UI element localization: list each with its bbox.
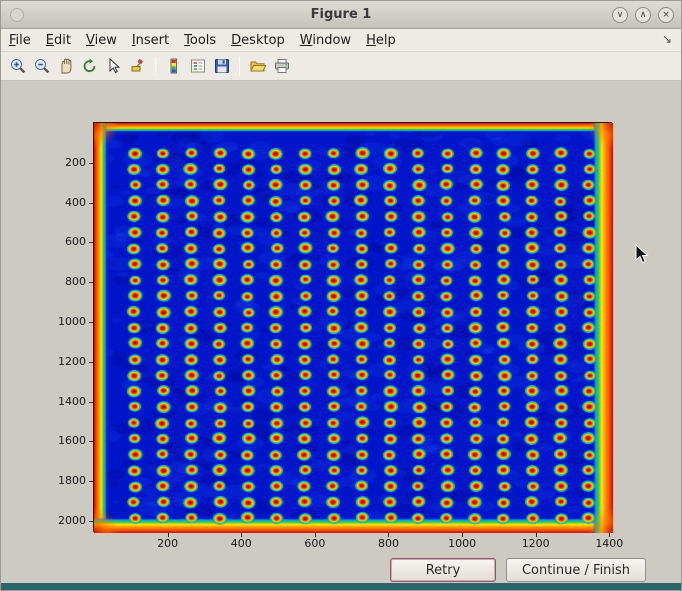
retry-button[interactable]: Retry xyxy=(390,558,496,582)
y-tick-label: 2000 xyxy=(46,514,86,527)
zoom-in-icon xyxy=(9,57,27,75)
x-tick-mark xyxy=(462,533,463,537)
x-tick-label: 600 xyxy=(293,537,337,550)
brush-button[interactable] xyxy=(126,55,149,78)
menu-item-tools[interactable]: Tools xyxy=(184,31,225,50)
y-tick-label: 1200 xyxy=(46,355,86,368)
x-tick-mark xyxy=(168,533,169,537)
x-tick-mark xyxy=(536,533,537,537)
zoom-in-button[interactable] xyxy=(6,55,29,78)
save-button[interactable] xyxy=(210,55,233,78)
insert-legend-button[interactable] xyxy=(186,55,209,78)
window-title: Figure 1 xyxy=(1,7,681,22)
open-button[interactable] xyxy=(246,55,269,78)
x-tick-mark xyxy=(315,533,316,537)
y-tick-label: 1400 xyxy=(46,395,86,408)
mouse-cursor xyxy=(635,244,649,265)
menu-item-edit[interactable]: Edit xyxy=(46,31,80,50)
figure-canvas-area: 200 400 600 800 1000 1200 1400 1600 1800 2000 200 4… xyxy=(1,81,681,583)
brush-icon xyxy=(129,57,147,75)
menu-item-help[interactable]: Help xyxy=(366,31,405,50)
figure-toolbar xyxy=(1,52,681,81)
rotate-3d-button[interactable] xyxy=(78,55,101,78)
y-tick-mark xyxy=(89,282,93,283)
print-button[interactable] xyxy=(270,55,293,78)
y-tick-mark xyxy=(89,521,93,522)
y-tick-label: 1800 xyxy=(46,474,86,487)
menu-items: File Edit View Insert Tools Desktop Window Help xyxy=(9,31,411,50)
y-tick-label: 1600 xyxy=(46,434,86,447)
toolbar-separator xyxy=(239,57,240,76)
y-tick-mark xyxy=(89,203,93,204)
menu-item-desktop[interactable]: Desktop xyxy=(231,31,294,50)
pan-hand-button[interactable] xyxy=(54,55,77,78)
insert-legend-icon xyxy=(189,57,207,75)
x-tick-label: 1200 xyxy=(514,537,558,550)
data-cursor-button[interactable] xyxy=(102,55,125,78)
y-tick-label: 400 xyxy=(46,196,86,209)
toolbar-separator xyxy=(155,57,156,76)
y-tick-mark xyxy=(89,362,93,363)
x-tick-label: 1400 xyxy=(587,537,631,550)
y-tick-label: 1000 xyxy=(46,315,86,328)
x-tick-label: 800 xyxy=(366,537,410,550)
y-tick-mark xyxy=(89,322,93,323)
menu-bar: File Edit View Insert Tools Desktop Window Help… xyxy=(1,29,681,52)
y-tick-mark xyxy=(89,242,93,243)
heatmap-canvas[interactable] xyxy=(94,123,613,533)
plot-frame: 2004006008001000120014001600180020002004… xyxy=(93,122,612,532)
zoom-out-icon xyxy=(33,57,51,75)
window-bottom-strip xyxy=(1,583,681,590)
x-tick-label: 200 xyxy=(146,537,190,550)
menu-item-file[interactable]: File xyxy=(9,31,40,50)
y-tick-mark xyxy=(89,481,93,482)
title-bar[interactable]: Figure 1 ∨ ∧ × xyxy=(1,1,681,29)
y-tick-label: 800 xyxy=(46,275,86,288)
menu-item-window[interactable]: Window xyxy=(300,31,360,50)
insert-colorbar-button[interactable] xyxy=(162,55,185,78)
print-icon xyxy=(273,57,291,75)
x-tick-label: 400 xyxy=(219,537,263,550)
x-tick-label: 1000 xyxy=(440,537,484,550)
save-icon xyxy=(213,57,231,75)
maximize-button[interactable]: ∧ xyxy=(635,7,651,23)
zoom-out-button[interactable] xyxy=(30,55,53,78)
y-tick-mark xyxy=(89,163,93,164)
menu-item-insert[interactable]: Insert xyxy=(132,31,178,50)
y-tick-label: 600 xyxy=(46,235,86,248)
x-tick-mark xyxy=(241,533,242,537)
menu-item-view[interactable]: View xyxy=(86,31,126,50)
continue-finish-button[interactable]: Continue / Finish xyxy=(506,558,646,582)
rotate-3d-icon xyxy=(81,57,99,75)
menu-detach-icon[interactable]: ↘ xyxy=(662,32,672,46)
close-button[interactable]: × xyxy=(658,7,674,23)
figure-window: Figure 1 ∨ ∧ × File Edit View Insert Tools De… xyxy=(0,0,682,591)
y-tick-mark xyxy=(89,402,93,403)
open-folder-icon xyxy=(249,57,267,75)
window-controls: ∨ ∧ × xyxy=(612,7,674,23)
shade-button[interactable]: ∨ xyxy=(612,7,628,23)
x-tick-mark xyxy=(388,533,389,537)
x-tick-mark xyxy=(609,533,610,537)
insert-colorbar-icon xyxy=(165,57,183,75)
data-cursor-icon xyxy=(105,57,123,75)
y-tick-label: 200 xyxy=(46,156,86,169)
y-tick-mark xyxy=(89,441,93,442)
pan-hand-icon xyxy=(57,57,75,75)
